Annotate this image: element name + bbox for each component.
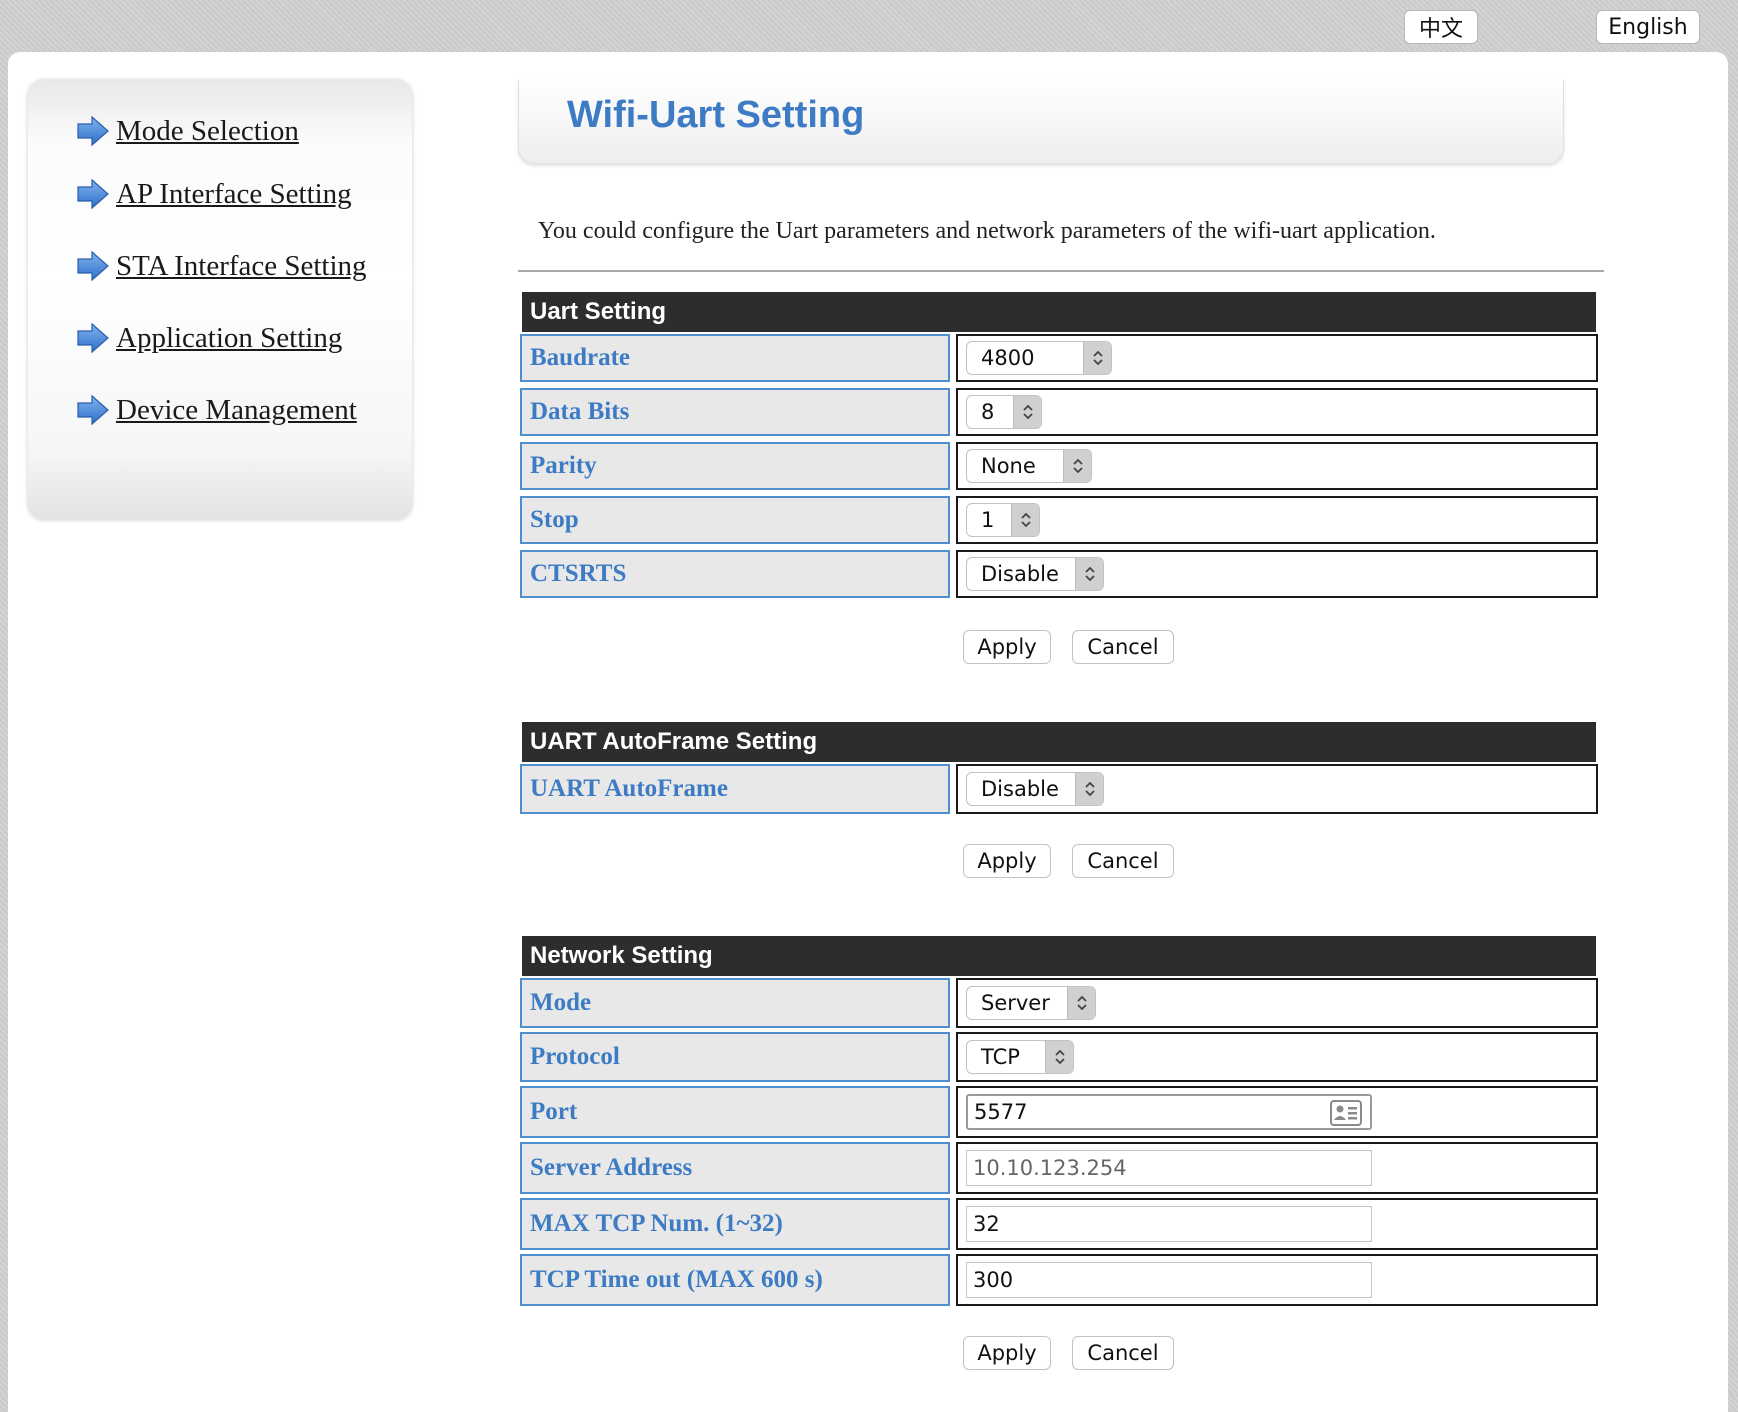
- field-label: Port: [520, 1086, 950, 1138]
- sidebar-item-label: Mode Selection: [116, 114, 299, 147]
- network-apply-button[interactable]: Apply: [963, 1336, 1051, 1370]
- port-input[interactable]: 5577: [966, 1094, 1372, 1130]
- field-label: Mode: [520, 978, 950, 1028]
- language-english-button[interactable]: English: [1596, 10, 1700, 44]
- language-chinese-button[interactable]: 中文: [1404, 10, 1478, 44]
- uart-autoframe-select[interactable]: Disable: [966, 772, 1104, 806]
- divider: [518, 270, 1604, 272]
- page-header: Wifi-Uart Setting: [518, 80, 1564, 164]
- select-arrows-icon: [1063, 450, 1091, 482]
- sidebar: Mode Selection AP Interface Setting STA …: [28, 80, 412, 520]
- field-label: MAX TCP Num. (1~32): [520, 1198, 950, 1250]
- contact-card-icon[interactable]: [1330, 1100, 1362, 1126]
- arrow-right-icon: [77, 394, 109, 426]
- field-label: Stop: [520, 496, 950, 544]
- sidebar-item-label: Application Setting: [116, 321, 343, 354]
- select-arrows-icon: [1075, 558, 1103, 590]
- main-page: Mode Selection AP Interface Setting STA …: [8, 52, 1728, 1412]
- sidebar-item-label: AP Interface Setting: [116, 177, 352, 210]
- field-label: Baudrate: [520, 334, 950, 382]
- stop-bits-select[interactable]: 1: [966, 503, 1040, 537]
- page-description: You could configure the Uart parameters …: [538, 218, 1436, 244]
- form-row-protocol: Protocol TCP: [520, 1032, 1598, 1082]
- page-title: Wifi-Uart Setting: [567, 94, 865, 136]
- section-title-uart-setting: Uart Setting: [522, 292, 1596, 332]
- section-title-network-setting: Network Setting: [522, 936, 1596, 976]
- server-address-field: 10.10.123.254: [966, 1150, 1372, 1186]
- form-row-parity: Parity None: [520, 442, 1598, 490]
- autoframe-cancel-button[interactable]: Cancel: [1072, 844, 1174, 878]
- field-label: UART AutoFrame: [520, 764, 950, 814]
- ctsrts-select[interactable]: Disable: [966, 557, 1104, 591]
- parity-select[interactable]: None: [966, 449, 1092, 483]
- sidebar-item-ap-interface-setting[interactable]: AP Interface Setting: [76, 177, 352, 211]
- field-label: TCP Time out (MAX 600 s): [520, 1254, 950, 1306]
- select-arrows-icon: [1045, 1041, 1073, 1073]
- sidebar-item-device-management[interactable]: Device Management: [76, 393, 357, 427]
- form-row-uart-autoframe: UART AutoFrame Disable: [520, 764, 1598, 814]
- tcp-timeout-input[interactable]: 300: [966, 1262, 1372, 1298]
- field-label: Protocol: [520, 1032, 950, 1082]
- section-title-autoframe-setting: UART AutoFrame Setting: [522, 722, 1596, 762]
- select-arrows-icon: [1083, 342, 1111, 374]
- field-label: Parity: [520, 442, 950, 490]
- form-row-port: Port 5577: [520, 1086, 1598, 1138]
- network-mode-select[interactable]: Server: [966, 986, 1096, 1020]
- arrow-right-icon: [77, 115, 109, 147]
- autoframe-apply-button[interactable]: Apply: [963, 844, 1051, 878]
- protocol-select[interactable]: TCP: [966, 1040, 1074, 1074]
- sidebar-item-application-setting[interactable]: Application Setting: [76, 321, 342, 355]
- form-row-stop: Stop 1: [520, 496, 1598, 544]
- uart-apply-button[interactable]: Apply: [963, 630, 1051, 664]
- sidebar-item-sta-interface-setting[interactable]: STA Interface Setting: [76, 249, 367, 283]
- select-arrows-icon: [1075, 773, 1103, 805]
- form-row-data-bits: Data Bits 8: [520, 388, 1598, 436]
- field-label: CTSRTS: [520, 550, 950, 598]
- select-arrows-icon: [1067, 987, 1095, 1019]
- data-bits-select[interactable]: 8: [966, 395, 1042, 429]
- uart-cancel-button[interactable]: Cancel: [1072, 630, 1174, 664]
- form-row-tcp-timeout: TCP Time out (MAX 600 s) 300: [520, 1254, 1598, 1306]
- form-row-max-tcp-num: MAX TCP Num. (1~32) 32: [520, 1198, 1598, 1250]
- select-arrows-icon: [1013, 396, 1041, 428]
- sidebar-item-label: STA Interface Setting: [116, 249, 367, 282]
- max-tcp-num-input[interactable]: 32: [966, 1206, 1372, 1242]
- sidebar-item-label: Device Management: [116, 393, 357, 426]
- field-label: Server Address: [520, 1142, 950, 1194]
- form-row-mode: Mode Server: [520, 978, 1598, 1028]
- baudrate-select[interactable]: 4800: [966, 341, 1112, 375]
- network-cancel-button[interactable]: Cancel: [1072, 1336, 1174, 1370]
- sidebar-item-mode-selection[interactable]: Mode Selection: [76, 114, 299, 148]
- field-label: Data Bits: [520, 388, 950, 436]
- arrow-right-icon: [77, 250, 109, 282]
- form-row-server-address: Server Address 10.10.123.254: [520, 1142, 1598, 1194]
- select-arrows-icon: [1011, 504, 1039, 536]
- arrow-right-icon: [77, 178, 109, 210]
- arrow-right-icon: [77, 322, 109, 354]
- form-row-ctsrts: CTSRTS Disable: [520, 550, 1598, 598]
- form-row-baudrate: Baudrate 4800: [520, 334, 1598, 382]
